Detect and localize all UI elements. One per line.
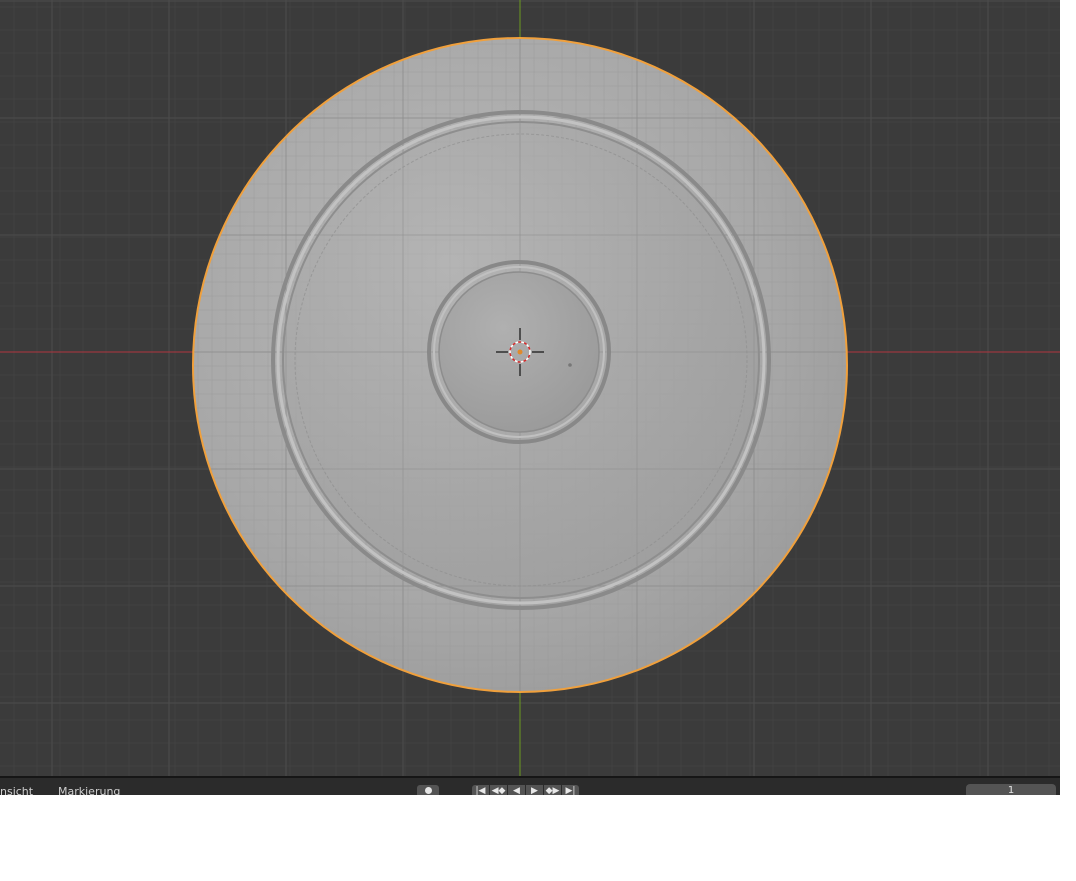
prev-keyframe-button[interactable]: ◀◆ <box>490 785 507 795</box>
play-icon: ▶ <box>531 786 538 795</box>
timeline-header: nsicht Markierung |◀ ◀◆ ◀ ▶ ◆▶ ▶| 1 <box>0 776 1060 795</box>
next-keyframe-icon: ◆▶ <box>545 786 560 795</box>
prev-keyframe-icon: ◀◆ <box>491 786 506 795</box>
empty-area <box>0 795 1076 881</box>
play-button[interactable]: ▶ <box>526 785 543 795</box>
plate-mesh[interactable] <box>0 0 1060 776</box>
window-edge <box>1060 0 1076 795</box>
play-reverse-button[interactable]: ◀ <box>508 785 525 795</box>
view-menu[interactable]: nsicht <box>0 786 33 796</box>
auto-keying-button[interactable] <box>417 785 439 795</box>
jump-start-button[interactable]: |◀ <box>472 785 489 795</box>
play-reverse-icon: ◀ <box>513 786 520 795</box>
3d-viewport[interactable] <box>0 0 1060 776</box>
jump-start-icon: |◀ <box>475 786 486 795</box>
next-keyframe-button[interactable]: ◆▶ <box>544 785 561 795</box>
current-frame-field[interactable]: 1 <box>966 784 1056 795</box>
viewport-canvas[interactable] <box>0 0 1060 776</box>
marker-menu[interactable]: Markierung <box>58 786 120 796</box>
jump-end-icon: ▶| <box>565 786 576 795</box>
jump-end-button[interactable]: ▶| <box>562 785 579 795</box>
record-dot-icon <box>424 787 432 794</box>
